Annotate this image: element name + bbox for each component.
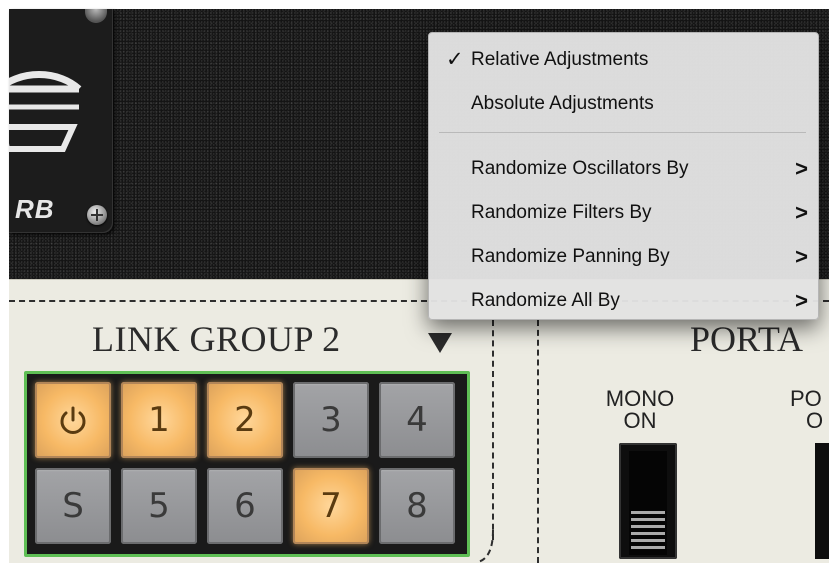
- menu-item-label: Randomize Filters By: [471, 202, 652, 223]
- switch-ridge: [631, 539, 665, 542]
- chevron-right-icon: >: [795, 156, 808, 181]
- screw-icon: [87, 205, 107, 225]
- menu-item-label: Randomize Panning By: [471, 246, 670, 267]
- menu-item-label: Relative Adjustments: [471, 49, 649, 70]
- link-button-5[interactable]: 5: [121, 468, 197, 544]
- link-button-1[interactable]: 1: [121, 382, 197, 458]
- switch-slot: [629, 451, 667, 555]
- mono-switch[interactable]: [619, 443, 677, 559]
- section-corner: [478, 530, 494, 563]
- synth-ui: RB LINK GROUP 2 PORTA 1 2 3 4 S 5 6 7 8 …: [0, 0, 829, 563]
- menu-separator: [439, 132, 806, 133]
- menu-item-randomize-panning[interactable]: Randomize Panning By >: [429, 240, 818, 274]
- plate-text: RB: [15, 194, 55, 224]
- link-button-3[interactable]: 3: [293, 382, 369, 458]
- menu-item-label: Randomize Oscillators By: [471, 158, 689, 179]
- section-divider: [492, 320, 494, 540]
- menu-item-label: Randomize All By: [471, 290, 620, 311]
- switch-ridge: [631, 532, 665, 535]
- link-group-title: LINK GROUP 2: [92, 319, 341, 359]
- link-button-2[interactable]: 2: [207, 382, 283, 458]
- porta-switch[interactable]: [815, 443, 829, 559]
- chevron-right-icon: >: [795, 200, 808, 225]
- section-divider: [537, 320, 539, 563]
- chevron-right-icon: >: [795, 244, 808, 269]
- link-button-s[interactable]: S: [35, 468, 111, 544]
- switch-ridge: [631, 511, 665, 514]
- link-button-8[interactable]: 8: [379, 468, 455, 544]
- power-icon: [60, 406, 86, 434]
- link-button-6[interactable]: 6: [207, 468, 283, 544]
- switch-ridge: [631, 518, 665, 521]
- link-group-grid: 1 2 3 4 S 5 6 7 8: [24, 371, 470, 557]
- switch-ridge: [631, 525, 665, 528]
- mono-on-label: MONO ON: [605, 386, 675, 433]
- context-menu: ✓ Relative Adjustments Absolute Adjustme…: [428, 32, 819, 320]
- e-logo-icon: [9, 71, 82, 152]
- menu-item-relative-adjustments[interactable]: ✓ Relative Adjustments: [429, 43, 818, 77]
- switch-ridge: [631, 546, 665, 549]
- po-label: PO O: [790, 386, 824, 433]
- menu-item-randomize-all[interactable]: Randomize All By >: [429, 284, 818, 318]
- power-button[interactable]: [35, 382, 111, 458]
- menu-item-randomize-filters[interactable]: Randomize Filters By >: [429, 196, 818, 230]
- menu-item-randomize-oscillators[interactable]: Randomize Oscillators By >: [429, 152, 818, 186]
- porta-title: PORTA: [690, 319, 803, 359]
- link-button-7[interactable]: 7: [293, 468, 369, 544]
- link-button-4[interactable]: 4: [379, 382, 455, 458]
- chevron-right-icon: >: [795, 288, 808, 313]
- checkmark-icon: ✓: [446, 48, 464, 71]
- menu-item-label: Absolute Adjustments: [471, 93, 654, 114]
- triangle-down-icon[interactable]: [428, 333, 452, 353]
- logo-plate: RB: [9, 9, 113, 233]
- screw-icon: [85, 9, 107, 23]
- menu-item-absolute-adjustments[interactable]: Absolute Adjustments: [429, 87, 818, 121]
